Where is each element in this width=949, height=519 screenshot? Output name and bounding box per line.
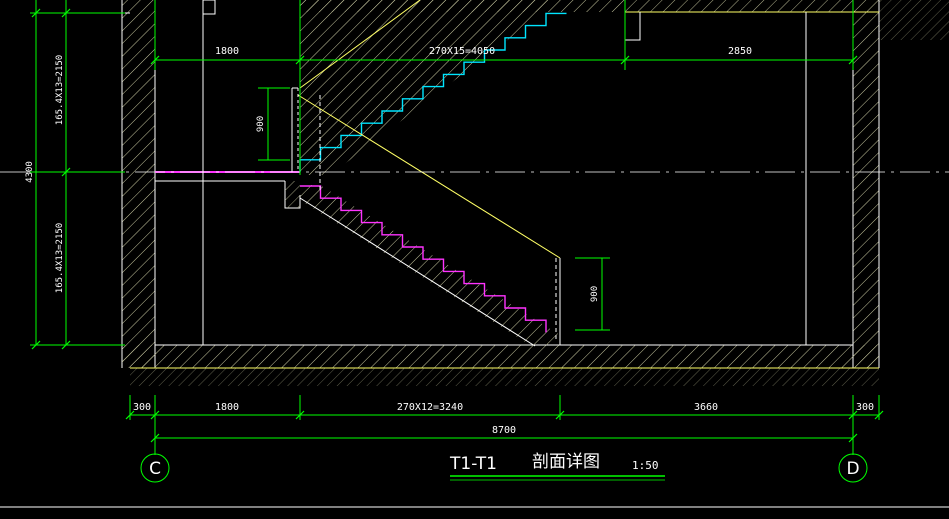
dim-bottom-left: 1800 — [215, 402, 239, 413]
left-wall — [121, 0, 156, 368]
title-subtitle: 剖面详图 — [532, 452, 600, 472]
dim-top-mid: 270X15=4050 — [429, 46, 495, 57]
title-name: T1-T1 — [449, 454, 497, 474]
drawing-title: T1-T1 剖面详图 1:50 — [449, 452, 665, 481]
dim-left-total: 4300 — [25, 161, 35, 183]
axis-marker-c: C — [140, 453, 170, 483]
section-drawing: 1800 270X15=4050 2850 165.4X13=2150 165.… — [0, 0, 949, 508]
axis-label-d: D — [846, 459, 859, 479]
dim-bottom-right: 3660 — [694, 402, 718, 413]
title-scale: 1:50 — [632, 459, 659, 472]
right-wall — [852, 0, 949, 368]
dim-rail-lower: 900 — [590, 286, 600, 302]
lower-flight-slab — [299, 185, 560, 347]
dim-top-right: 2850 — [728, 46, 752, 57]
dim-bottom-total: 8700 — [492, 425, 516, 436]
upper-flight-slab — [299, 0, 560, 175]
dim-rail-upper: 900 — [256, 116, 266, 132]
dim-left-lower: 165.4X13=2150 — [55, 223, 65, 293]
dim-bottom-mid: 270X12=3240 — [397, 402, 463, 413]
dim-bottom-wall-left: 300 — [133, 402, 151, 413]
floor-slab — [122, 344, 879, 386]
axis-label-c: C — [149, 459, 161, 479]
dim-left-upper: 165.4X13=2150 — [55, 55, 65, 125]
mid-landing — [155, 171, 301, 209]
axis-marker-d: D — [838, 453, 868, 483]
dim-bottom-wall-right: 300 — [856, 402, 874, 413]
dim-top-left: 1800 — [215, 46, 239, 57]
